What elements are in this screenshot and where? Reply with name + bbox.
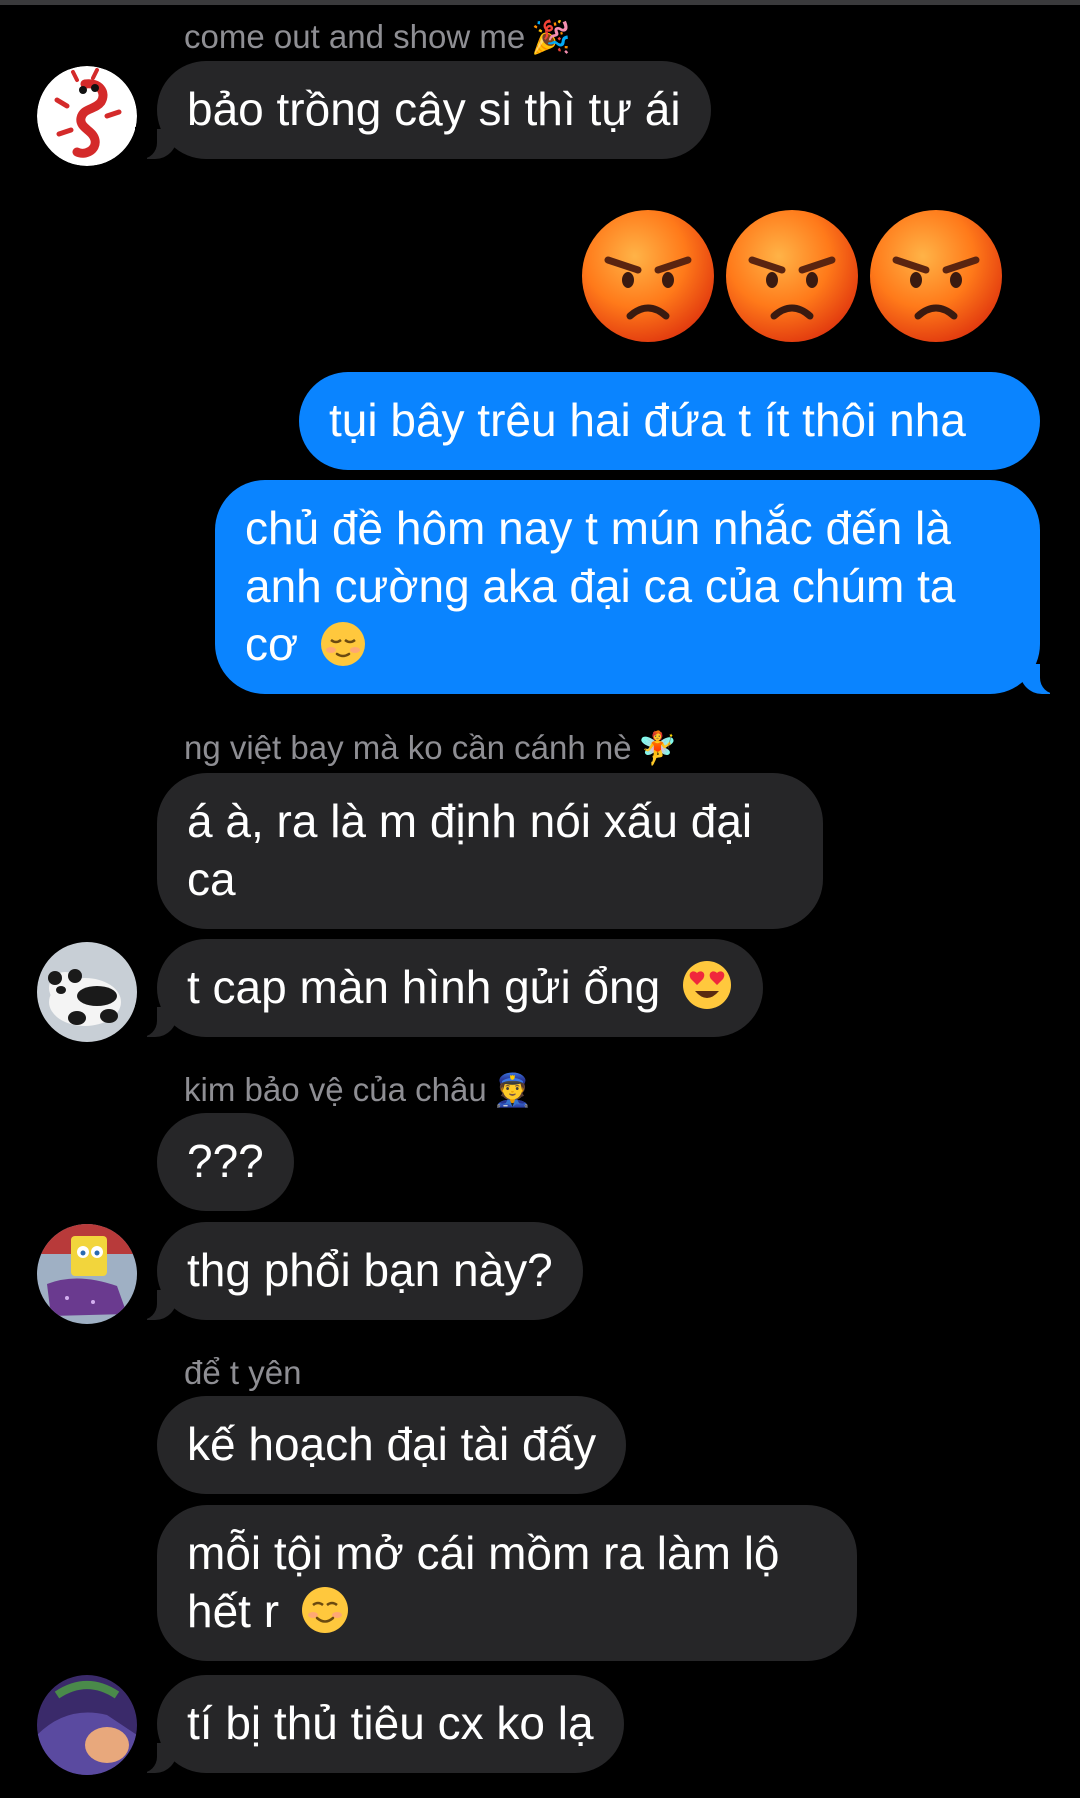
message-bubble-6[interactable]: kế hoạch đại tài đấy bbox=[157, 1396, 627, 1494]
message-bubble-3[interactable]: t cap màn hình gửi ổng bbox=[135, 939, 763, 1037]
sender-name-2: ng việt bay mà ko cần cánh nè 🧚 bbox=[184, 729, 678, 766]
message-bubble-7[interactable]: mỗi tội mở cái mồm ra làm lộ hết r bbox=[157, 1505, 857, 1661]
heart-eyes-icon bbox=[683, 961, 731, 1009]
angry-face-icon bbox=[582, 210, 714, 342]
sender-name-1: come out and show me 🎉 bbox=[184, 18, 572, 55]
sender-name-3: kim bảo vệ của châu 👮 bbox=[184, 1071, 533, 1108]
outgoing-message-1[interactable]: tụi bây trêu hai đứa t ít thôi nha bbox=[299, 372, 1040, 470]
panda-avatar-icon[interactable] bbox=[37, 942, 137, 1042]
smiling-face-icon bbox=[301, 1587, 348, 1633]
angry-face-icon bbox=[726, 210, 858, 342]
outgoing-message-2[interactable]: chủ đề hôm nay t mún nhắc đến là anh cườ… bbox=[215, 480, 1062, 694]
cartoon-avatar-icon[interactable] bbox=[37, 1675, 137, 1775]
message-bubble-1[interactable]: bảo trồng cây si thì tự ái bbox=[135, 61, 711, 159]
spongebob-avatar-icon[interactable] bbox=[37, 1224, 137, 1324]
emoji-message[interactable] bbox=[580, 208, 1010, 344]
message-bubble-4[interactable]: ??? bbox=[157, 1113, 294, 1211]
relieved-face-icon bbox=[320, 622, 365, 666]
sender-name-4: để t yên bbox=[184, 1354, 302, 1391]
message-bubble-2[interactable]: á à, ra là m định nói xấu đại ca bbox=[157, 773, 823, 929]
top-divider bbox=[0, 0, 1080, 5]
message-bubble-8[interactable]: tí bị thủ tiêu cx ko lạ bbox=[135, 1675, 624, 1773]
angry-face-icon bbox=[870, 210, 1002, 342]
dragon-avatar-icon[interactable] bbox=[37, 66, 137, 166]
message-bubble-5[interactable]: thg phổi bạn này? bbox=[135, 1222, 583, 1320]
